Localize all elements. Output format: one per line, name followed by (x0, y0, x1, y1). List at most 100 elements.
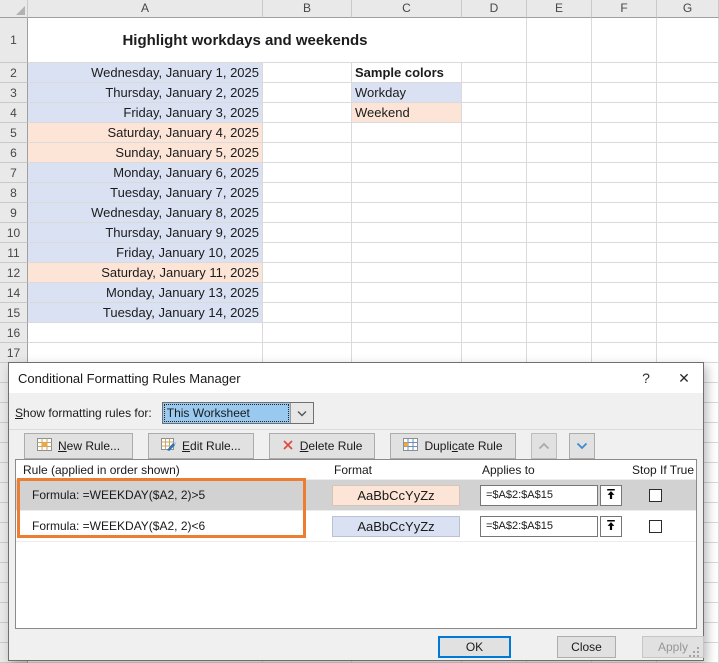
cell[interactable] (462, 63, 527, 83)
row-header-9[interactable]: 9 (0, 203, 28, 223)
cell-C2[interactable]: Sample colors (352, 63, 462, 83)
cell-A8[interactable]: Tuesday, January 7, 2025 (28, 183, 263, 203)
row-header-1[interactable]: 1 (0, 18, 28, 63)
cell[interactable] (657, 263, 719, 283)
collapse-dialog-button[interactable] (600, 484, 622, 506)
cell[interactable] (592, 223, 657, 243)
cell[interactable] (657, 343, 719, 363)
cell[interactable] (462, 123, 527, 143)
cell-C3[interactable]: Workday (352, 83, 462, 103)
delete-rule-button[interactable]: Delete Rule (268, 433, 376, 459)
column-header-C[interactable]: C (352, 0, 462, 18)
stop-if-true-checkbox[interactable] (649, 488, 662, 502)
cell-A5[interactable]: Saturday, January 4, 2025 (28, 123, 263, 143)
cell-B4[interactable] (263, 103, 352, 123)
cell-C15[interactable] (352, 303, 462, 323)
cell[interactable] (462, 243, 527, 263)
cell-C8[interactable] (352, 183, 462, 203)
cell-B11[interactable] (263, 243, 352, 263)
row-header-15[interactable]: 15 (0, 303, 28, 323)
cell[interactable] (527, 263, 592, 283)
row-header-12[interactable]: 12 (0, 263, 28, 283)
cell-A16[interactable] (28, 323, 263, 343)
row-header-16[interactable]: 16 (0, 323, 28, 343)
cell-B8[interactable] (263, 183, 352, 203)
cell[interactable] (592, 183, 657, 203)
cell[interactable] (592, 243, 657, 263)
cell[interactable] (462, 18, 527, 63)
cell-C9[interactable] (352, 203, 462, 223)
duplicate-rule-button[interactable]: Duplicate Rule (390, 433, 516, 459)
cell[interactable] (657, 103, 719, 123)
cell-B2[interactable] (263, 63, 352, 83)
row-header-7[interactable]: 7 (0, 163, 28, 183)
edit-rule-button[interactable]: Edit Rule... (148, 433, 254, 459)
rule-row-1[interactable]: Formula: =WEEKDAY($A2, 2)>5 AaBbCcYyZz =$A… (16, 480, 696, 511)
cell[interactable] (462, 303, 527, 323)
row-header-2[interactable]: 2 (0, 63, 28, 83)
cell[interactable] (592, 83, 657, 103)
cell-C10[interactable] (352, 223, 462, 243)
cell-A14[interactable]: Monday, January 13, 2025 (28, 283, 263, 303)
cell-A4[interactable]: Friday, January 3, 2025 (28, 103, 263, 123)
cell-C11[interactable] (352, 243, 462, 263)
cell[interactable] (657, 63, 719, 83)
stop-if-true-checkbox[interactable] (649, 519, 662, 533)
cell[interactable] (462, 103, 527, 123)
column-header-D[interactable]: D (462, 0, 527, 18)
row-header-6[interactable]: 6 (0, 143, 28, 163)
cell-A17[interactable] (28, 343, 263, 363)
column-header-B[interactable]: B (263, 0, 352, 18)
cell-C5[interactable] (352, 123, 462, 143)
ok-button[interactable]: OK (438, 636, 511, 658)
rule-row-2[interactable]: Formula: =WEEKDAY($A2, 2)<6 AaBbCcYyZz =$A… (16, 511, 696, 542)
cell[interactable] (657, 83, 719, 103)
cell[interactable] (657, 283, 719, 303)
help-icon[interactable]: ? (627, 370, 665, 386)
cell[interactable] (592, 323, 657, 343)
cell[interactable] (462, 223, 527, 243)
cell[interactable] (527, 123, 592, 143)
applies-to-input[interactable]: =$A$2:$A$15 (480, 484, 598, 506)
cell[interactable] (657, 183, 719, 203)
select-all-corner[interactable] (0, 0, 28, 18)
move-rule-up-button[interactable] (530, 433, 557, 459)
cell[interactable] (527, 343, 592, 363)
collapse-dialog-button[interactable] (600, 515, 622, 537)
applies-to-input[interactable]: =$A$2:$A$15 (480, 515, 598, 537)
cell-C14[interactable] (352, 283, 462, 303)
cell[interactable] (527, 103, 592, 123)
cell[interactable] (527, 303, 592, 323)
cell[interactable] (462, 83, 527, 103)
cell[interactable] (527, 63, 592, 83)
cell-A12[interactable]: Saturday, January 11, 2025 (28, 263, 263, 283)
column-header-G[interactable]: G (657, 0, 719, 18)
row-header-5[interactable]: 5 (0, 123, 28, 143)
cell-A6[interactable]: Sunday, January 5, 2025 (28, 143, 263, 163)
combo-dropdown-button[interactable] (289, 403, 313, 423)
resize-grip-icon[interactable] (689, 647, 699, 657)
cell[interactable] (462, 143, 527, 163)
row-header-8[interactable]: 8 (0, 183, 28, 203)
cell[interactable] (527, 18, 592, 63)
cell[interactable] (462, 163, 527, 183)
cell-A3[interactable]: Thursday, January 2, 2025 (28, 83, 263, 103)
cell[interactable] (527, 83, 592, 103)
cell[interactable] (592, 103, 657, 123)
cell[interactable] (462, 343, 527, 363)
column-header-F[interactable]: F (592, 0, 657, 18)
row-header-11[interactable]: 11 (0, 243, 28, 263)
new-rule-button[interactable]: New Rule... (24, 433, 134, 459)
cell-A7[interactable]: Monday, January 6, 2025 (28, 163, 263, 183)
cell[interactable] (657, 303, 719, 323)
cell-C4[interactable]: Weekend (352, 103, 462, 123)
cell[interactable] (527, 143, 592, 163)
cell-B15[interactable] (263, 303, 352, 323)
scope-combobox[interactable]: This Worksheet (161, 402, 314, 424)
row-header-10[interactable]: 10 (0, 223, 28, 243)
cell[interactable] (657, 163, 719, 183)
dialog-titlebar[interactable]: Conditional Formatting Rules Manager ? ✕ (9, 363, 703, 393)
cell-B17[interactable] (263, 343, 352, 363)
sheet-title-cell[interactable]: Highlight workdays and weekends (28, 18, 462, 63)
cell[interactable] (592, 263, 657, 283)
